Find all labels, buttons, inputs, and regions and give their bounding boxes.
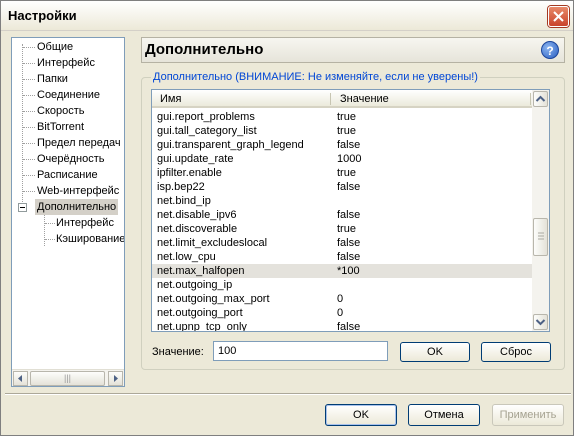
setting-value: 0: [337, 307, 344, 319]
setting-value: false: [337, 209, 361, 221]
table-row[interactable]: net.disable_ipv6 false: [152, 208, 532, 222]
advanced-settings-list[interactable]: Имя Значение gui.report_problems true gui.…: [151, 89, 550, 332]
table-row[interactable]: gui.update_rate 1000: [152, 152, 532, 166]
settings-window: Настройки Общие Интерфейс Папки Соединен…: [0, 0, 574, 436]
scroll-right-button[interactable]: [108, 371, 123, 386]
setting-value: *100: [337, 265, 360, 277]
arrow-up-icon: [535, 95, 546, 102]
setting-name: net.discoverable: [157, 223, 238, 235]
setting-value: 0: [337, 293, 344, 305]
setting-name: gui.update_rate: [157, 153, 234, 165]
column-header-name[interactable]: Имя: [160, 93, 181, 105]
setting-name: isp.bep22: [157, 181, 205, 193]
setting-name: net.max_halfopen: [157, 265, 245, 277]
setting-name: net.disable_ipv6: [157, 209, 237, 221]
help-icon[interactable]: ?: [541, 41, 559, 59]
section-header: Дополнительно ?: [141, 37, 565, 63]
divider: [5, 393, 571, 395]
table-row[interactable]: isp.bep22 false: [152, 180, 532, 194]
setting-name: net.outgoing_port: [157, 307, 243, 319]
cancel-button[interactable]: Отмена: [408, 404, 480, 426]
setting-name: gui.transparent_graph_legend: [157, 139, 304, 151]
setting-value: false: [337, 251, 361, 263]
grip-icon: [538, 232, 544, 240]
group-label: Дополнительно (ВНИМАНИЕ: Не изменяйте, е…: [151, 71, 480, 83]
column-header-value[interactable]: Значение: [340, 93, 389, 105]
tree-guide-line: [22, 44, 23, 204]
setting-value: false: [337, 237, 361, 249]
list-vertical-scrollbar[interactable]: [532, 90, 549, 331]
setting-name: gui.report_problems: [157, 111, 255, 123]
table-row[interactable]: ipfilter.enable true: [152, 166, 532, 180]
setting-name: net.upnp_tcp_only: [157, 321, 247, 332]
table-row[interactable]: net.upnp_tcp_only false: [152, 320, 532, 332]
table-row[interactable]: net.limit_excludeslocal false: [152, 236, 532, 250]
settings-tree[interactable]: Общие Интерфейс Папки Соединение Скорост…: [11, 37, 125, 387]
arrow-right-icon: [114, 375, 118, 382]
setting-value: true: [337, 111, 356, 123]
setting-value: true: [337, 223, 356, 235]
scroll-left-button[interactable]: [13, 371, 28, 386]
apply-button[interactable]: Применить: [492, 404, 564, 426]
value-ok-button[interactable]: OK: [400, 342, 470, 362]
title-bar[interactable]: Настройки: [1, 1, 573, 31]
table-row[interactable]: gui.transparent_graph_legend false: [152, 138, 532, 152]
setting-value: 1000: [337, 153, 362, 165]
close-icon: [553, 11, 564, 22]
setting-name: net.bind_ip: [157, 195, 211, 207]
table-row[interactable]: net.outgoing_max_port 0: [152, 292, 532, 306]
close-button[interactable]: [548, 6, 569, 27]
ok-button[interactable]: OK: [325, 404, 397, 426]
arrow-left-icon: [18, 375, 22, 382]
setting-name: net.low_cpu: [157, 251, 216, 263]
list-header: Имя Значение: [152, 90, 532, 108]
setting-value: false: [337, 181, 361, 193]
collapse-icon[interactable]: [18, 203, 27, 212]
setting-value: false: [337, 321, 361, 332]
scrollbar-thumb[interactable]: |||: [30, 371, 105, 386]
window-title: Настройки: [8, 8, 77, 23]
table-row[interactable]: net.max_halfopen *100: [152, 264, 532, 278]
table-row[interactable]: net.outgoing_ip: [152, 278, 532, 292]
table-row[interactable]: net.outgoing_port 0: [152, 306, 532, 320]
table-row[interactable]: net.low_cpu false: [152, 250, 532, 264]
scroll-up-button[interactable]: [533, 91, 548, 107]
tree-guide-line: [44, 214, 45, 246]
reset-button[interactable]: Сброс: [481, 342, 551, 362]
setting-name: net.outgoing_ip: [157, 279, 233, 291]
table-row[interactable]: net.discoverable true: [152, 222, 532, 236]
setting-name: net.outgoing_max_port: [157, 293, 270, 305]
value-input[interactable]: [213, 341, 388, 361]
table-row[interactable]: gui.report_problems true: [152, 110, 532, 124]
table-row[interactable]: gui.tall_category_list true: [152, 124, 532, 138]
setting-value: true: [337, 125, 356, 137]
arrow-down-icon: [535, 319, 546, 326]
setting-value: true: [337, 167, 356, 179]
tree-horizontal-scrollbar[interactable]: |||: [12, 369, 124, 386]
value-label: Значение:: [152, 346, 204, 358]
scrollbar-thumb[interactable]: [533, 218, 548, 256]
setting-name: ipfilter.enable: [157, 167, 222, 179]
setting-name: net.limit_excludeslocal: [157, 237, 268, 249]
table-row[interactable]: net.bind_ip: [152, 194, 532, 208]
setting-value: false: [337, 139, 361, 151]
section-title: Дополнительно: [145, 41, 264, 58]
scroll-down-button[interactable]: [533, 314, 548, 330]
setting-name: gui.tall_category_list: [157, 125, 257, 137]
